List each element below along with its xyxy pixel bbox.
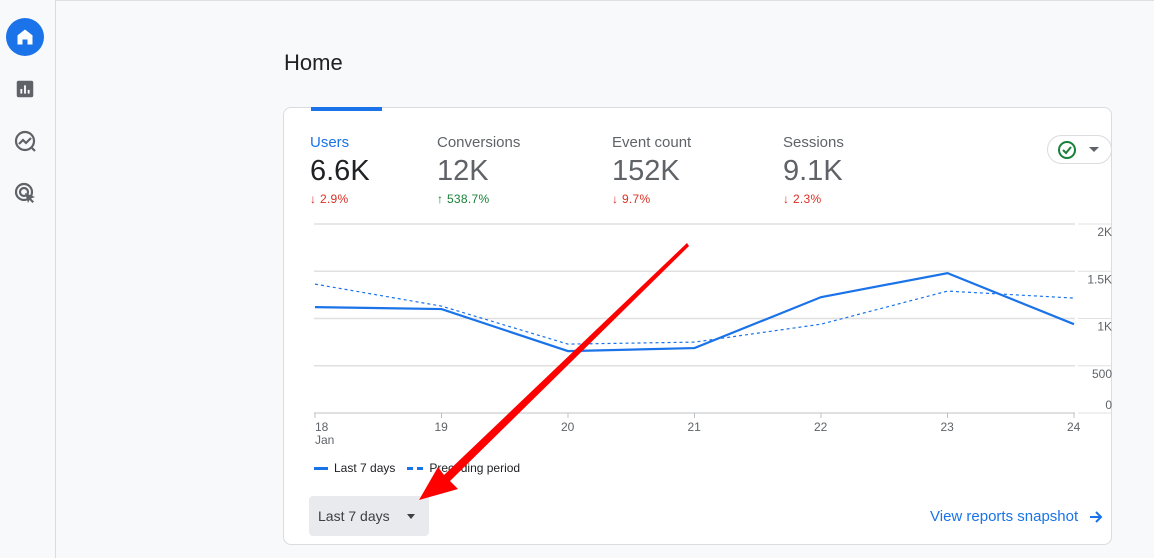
- x-month-label: Jan: [315, 433, 334, 447]
- arrow-right-icon: [1090, 510, 1103, 523]
- x-tick-label: 19: [435, 420, 449, 434]
- view-reports-snapshot-link[interactable]: View reports snapshot: [930, 508, 1104, 525]
- x-tick-label: 23: [941, 420, 955, 434]
- date-range-label: Last 7 days: [318, 508, 390, 524]
- x-tick-label: 18: [315, 420, 329, 434]
- users-line-chart: 0 500 1K 1.5K 2K 18 19 20 21 22 23 24 Jan: [314, 223, 1112, 447]
- y-tick-label: 1.5K: [1087, 272, 1112, 286]
- x-tick-label: 20: [561, 420, 575, 434]
- caret-down-icon: [407, 514, 415, 519]
- legend-preceding-period: Preceding period: [429, 461, 521, 475]
- legend-solid-swatch: [314, 466, 328, 470]
- date-range-dropdown[interactable]: Last 7 days: [309, 496, 429, 536]
- y-tick-label: 500: [1092, 367, 1112, 381]
- legend-dashed-swatch: [407, 466, 424, 470]
- series-line-preceding-period: [314, 283, 1075, 345]
- x-tick-label: 22: [814, 420, 828, 434]
- x-tick-label: 24: [1067, 420, 1081, 434]
- y-tick-label: 1K: [1097, 320, 1112, 334]
- x-tick-label: 21: [688, 420, 702, 434]
- chart-legend: Last 7 days Preceding period: [314, 461, 520, 475]
- legend-last-7-days: Last 7 days: [334, 461, 396, 475]
- y-tick-label: 2K: [1097, 225, 1112, 239]
- y-tick-label: 0: [1105, 398, 1112, 412]
- series-line-last-7-days: [314, 271, 1075, 353]
- view-link-label: View reports snapshot: [930, 508, 1079, 525]
